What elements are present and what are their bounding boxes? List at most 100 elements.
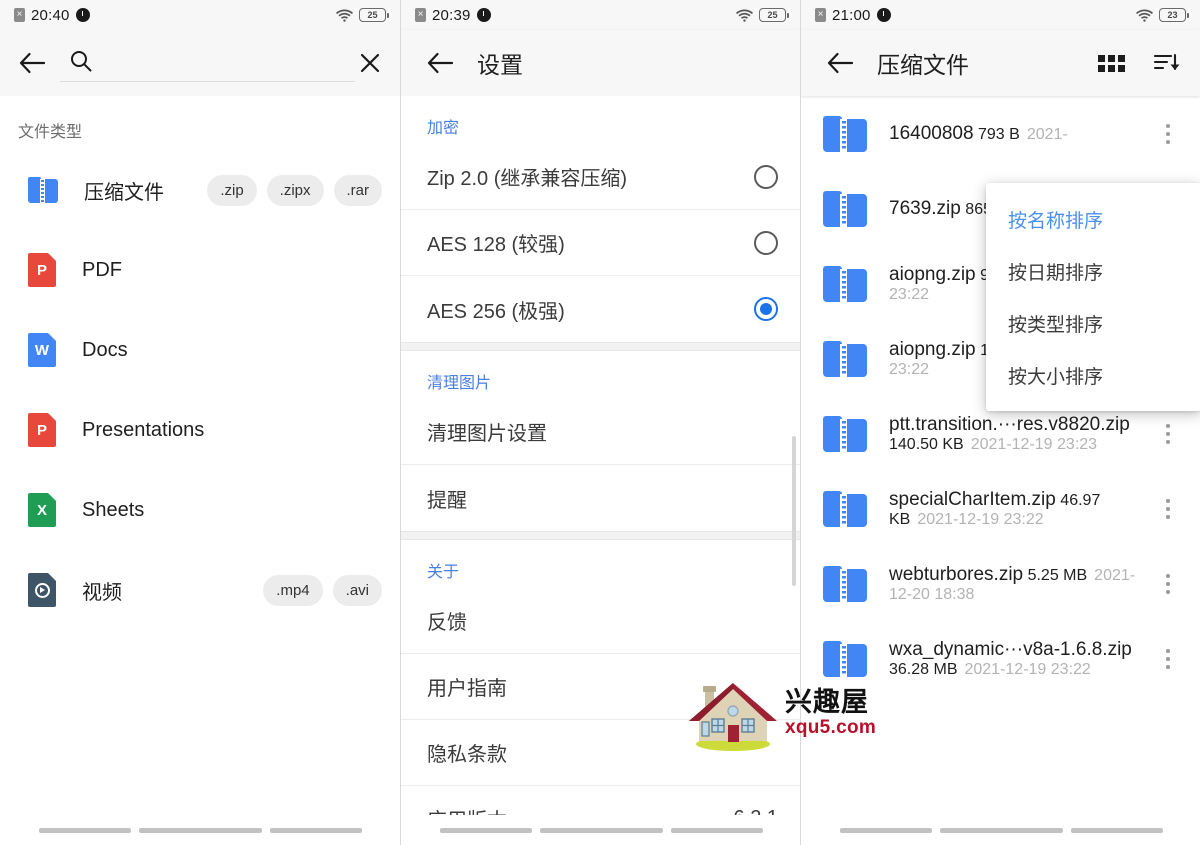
sort-menu-item-by-size[interactable]: 按大小排序	[986, 349, 1200, 401]
search-underline	[59, 81, 355, 82]
settings-scroll-area[interactable]: 加密 Zip 2.0 (继承兼容压缩) AES 128 (较强) AES 256…	[401, 96, 800, 845]
settings-row-reminder[interactable]: 提醒	[401, 465, 800, 531]
status-time: 21:00	[832, 6, 871, 24]
settings-row-user-guide[interactable]: 用户指南	[401, 654, 800, 720]
nav-segment[interactable]	[839, 827, 932, 833]
file-type-section-label: 文件类型	[18, 124, 83, 141]
gesture-nav-bar	[801, 815, 1200, 845]
settings-row-cleanup-settings[interactable]: 清理图片设置	[401, 399, 800, 465]
file-type-label: 压缩文件	[84, 181, 164, 204]
settings-row-label: 清理图片设置	[427, 423, 547, 445]
more-options-button[interactable]	[1154, 567, 1182, 601]
file-type-label: Docs	[82, 338, 128, 361]
more-options-button[interactable]	[1154, 642, 1182, 676]
sim-card-icon	[815, 8, 826, 22]
nav-segment[interactable]	[138, 827, 262, 833]
settings-row-zip20[interactable]: Zip 2.0 (继承兼容压缩)	[401, 144, 800, 210]
status-bar-right: 25	[336, 8, 389, 22]
file-name: webturbores.zip	[889, 563, 1024, 585]
nav-segment[interactable]	[539, 827, 663, 833]
back-button[interactable]	[417, 40, 463, 86]
nav-segment[interactable]	[1070, 827, 1163, 833]
file-type-row-pdf[interactable]: P PDF	[0, 230, 400, 310]
nav-segment[interactable]	[439, 827, 532, 833]
file-subtitle: 140.50 KB 2021-12-19 23:23	[889, 436, 1097, 453]
gesture-nav-bar	[401, 815, 800, 845]
back-button[interactable]	[817, 40, 863, 86]
search-input[interactable]	[91, 52, 357, 74]
file-subtitle: 793 B 2021-	[978, 126, 1068, 143]
settings-group-header-cleanup: 清理图片	[427, 375, 492, 392]
more-options-button[interactable]	[1154, 117, 1182, 151]
file-name: 16400808	[889, 122, 974, 144]
file-type-row-video[interactable]: 视频 .mp4 .avi	[0, 550, 400, 630]
file-info: ptt.transition.···res.v8820.zip 140.50 K…	[889, 414, 1154, 454]
status-bar-left: 20:39	[415, 7, 491, 24]
file-list-item[interactable]: specialCharItem.zip 46.97 KB 2021-12-19 2…	[801, 471, 1200, 546]
clear-search-button[interactable]	[357, 40, 384, 86]
file-type-row-docs[interactable]: W Docs	[0, 310, 400, 390]
file-type-label: 视频	[82, 581, 122, 604]
file-type-row-presentations[interactable]: P Presentations	[0, 390, 400, 470]
extension-chip[interactable]: .mp4	[263, 574, 323, 606]
page-title: 设置	[477, 52, 523, 78]
file-type-row-archive[interactable]: 压缩文件 .zip .zipx .rar	[0, 150, 400, 230]
file-list-item[interactable]: webturbores.zip 5.25 MB 2021-12-20 18:38	[801, 546, 1200, 621]
file-type-label: Presentations	[82, 418, 205, 441]
search-icon	[70, 50, 92, 77]
back-arrow-icon	[19, 52, 45, 74]
radio-button-zip20[interactable]	[754, 164, 778, 189]
app-bar-actions	[1094, 46, 1184, 80]
settings-row-aes128[interactable]: AES 128 (较强)	[401, 210, 800, 276]
nav-segment[interactable]	[269, 827, 362, 833]
nav-segment[interactable]	[38, 827, 131, 833]
settings-row-privacy[interactable]: 隐私条款	[401, 720, 800, 786]
file-list-item[interactable]: wxa_dynamic···v8a-1.6.8.zip 36.28 MB 2021…	[801, 621, 1200, 696]
back-button[interactable]	[16, 40, 48, 86]
panel-file-search: 20:40 25	[0, 0, 400, 845]
settings-row-aes256[interactable]: AES 256 (极强)	[401, 276, 800, 342]
zip-file-icon	[823, 565, 867, 602]
nav-segment[interactable]	[670, 827, 763, 833]
radio-button-aes256[interactable]	[754, 297, 778, 321]
settings-group-divider	[401, 342, 800, 351]
sort-menu-item-by-date[interactable]: 按日期排序	[986, 245, 1200, 297]
sort-button[interactable]	[1150, 46, 1184, 80]
sort-menu-item-by-type[interactable]: 按类型排序	[986, 297, 1200, 349]
vertical-scrollbar[interactable]	[792, 436, 796, 586]
search-field[interactable]	[58, 40, 357, 86]
three-phone-screenshots: 20:40 25	[0, 0, 1200, 845]
radio-button-aes128[interactable]	[754, 230, 778, 255]
file-info: wxa_dynamic···v8a-1.6.8.zip 36.28 MB 2021…	[889, 639, 1154, 679]
zip-file-icon	[823, 190, 867, 227]
file-size: 140.50 KB	[889, 435, 964, 453]
grid-view-button[interactable]	[1094, 46, 1128, 80]
extension-chip[interactable]: .zipx	[266, 174, 324, 206]
wifi-icon	[736, 9, 753, 22]
panel-settings: 20:39 25	[400, 0, 800, 845]
sort-menu-item-by-name[interactable]: 按名称排序	[986, 193, 1200, 245]
extension-chip[interactable]: .rar	[333, 174, 382, 206]
nav-segment[interactable]	[939, 827, 1063, 833]
file-date: 2021-12-19 23:22	[964, 660, 1091, 678]
status-bar-left: 21:00	[815, 7, 891, 24]
extension-chip[interactable]: .avi	[332, 574, 382, 606]
more-options-button[interactable]	[1154, 417, 1182, 451]
status-bar: 20:39 25	[401, 0, 800, 30]
archive-file-list[interactable]: 16400808 793 B2021- 7639.zip 865.47 KB2	[801, 96, 1200, 845]
file-type-row-sheets[interactable]: X Sheets	[0, 470, 400, 550]
file-list-item[interactable]: 16400808 793 B 2021-	[801, 96, 1200, 171]
close-icon	[361, 53, 380, 73]
file-date: 2021-12-19 23:23	[970, 435, 1098, 453]
settings-row-label: 反馈	[427, 612, 467, 634]
more-options-button[interactable]	[1154, 492, 1182, 526]
sort-dropdown-menu[interactable]: 按名称排序 按日期排序 按类型排序 按大小排序	[986, 183, 1200, 411]
file-size: 36.28 MB	[889, 660, 958, 678]
settings-row-feedback[interactable]: 反馈	[401, 588, 800, 654]
file-name: 7639.zip	[889, 197, 961, 219]
zip-file-icon	[823, 265, 867, 302]
file-info: specialCharItem.zip 46.97 KB 2021-12-19 2…	[889, 489, 1154, 529]
status-bar: 20:40 25	[0, 0, 400, 30]
extension-chip[interactable]: .zip	[207, 174, 257, 206]
status-bar-right: 23	[1136, 8, 1189, 22]
